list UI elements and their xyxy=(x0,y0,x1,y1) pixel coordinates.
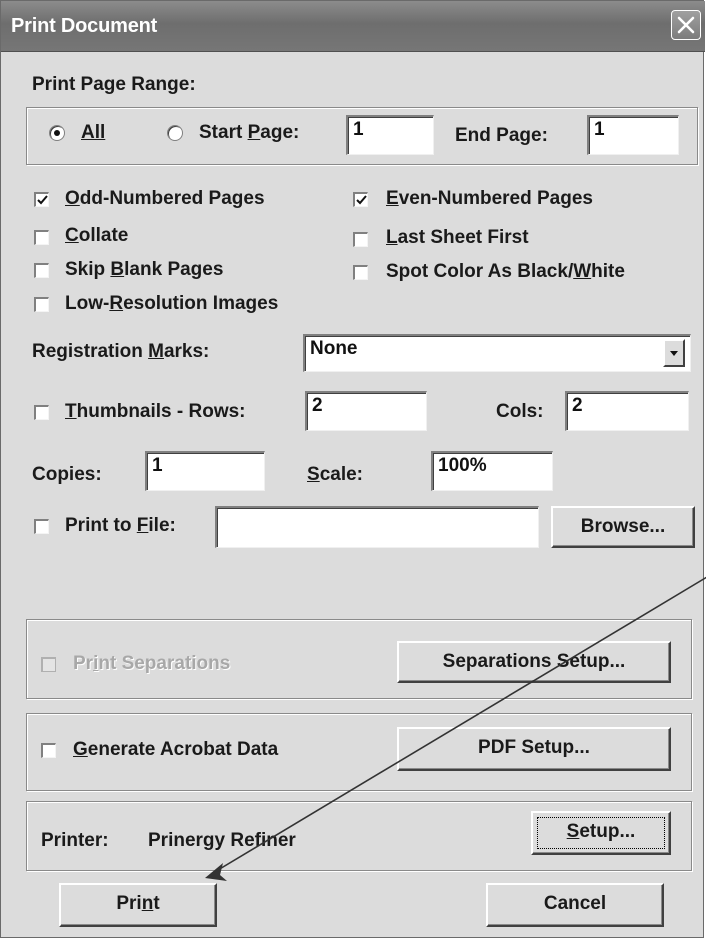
skip-blank-label[interactable]: Skip Blank Pages xyxy=(65,259,223,281)
window-title: Print Document xyxy=(11,15,158,37)
registration-dropdown-button[interactable] xyxy=(663,339,685,367)
registration-marks-value: None xyxy=(310,338,358,359)
thumbnail-rows-input[interactable]: 2 xyxy=(305,391,427,431)
registration-marks-select[interactable]: None xyxy=(303,334,691,372)
spot-color-label[interactable]: Spot Color As Black/White xyxy=(386,261,625,283)
odd-pages-checkbox[interactable] xyxy=(34,192,49,207)
close-button[interactable] xyxy=(671,10,701,40)
scale-label: Scale: xyxy=(307,464,363,485)
last-sheet-first-label[interactable]: Last Sheet First xyxy=(386,227,529,249)
skip-blank-checkbox[interactable] xyxy=(34,263,49,278)
browse-button[interactable]: Browse... xyxy=(551,506,695,548)
low-res-checkbox[interactable] xyxy=(34,297,49,312)
printer-name: Prinergy Refiner xyxy=(148,830,296,851)
end-page-input[interactable]: 1 xyxy=(587,115,679,155)
radio-selected-dot xyxy=(54,130,60,136)
all-pages-label[interactable]: All xyxy=(81,122,105,144)
registration-marks-label: Registration Marks: xyxy=(32,341,210,362)
end-page-label: End Page: xyxy=(455,125,548,146)
print-separations-checkbox[interactable] xyxy=(41,657,56,672)
print-button[interactable]: Print xyxy=(59,883,217,927)
chevron-down-icon xyxy=(670,351,678,356)
all-pages-radio[interactable] xyxy=(49,125,65,141)
page-range-label: Print Page Range: xyxy=(32,74,196,95)
thumbnails-checkbox[interactable] xyxy=(34,405,49,420)
print-to-file-label[interactable]: Print to File: xyxy=(65,515,176,537)
scale-input[interactable]: 100% xyxy=(431,451,553,491)
close-icon xyxy=(677,16,695,34)
checkmark-icon xyxy=(356,195,367,205)
spot-color-checkbox[interactable] xyxy=(353,265,368,280)
odd-pages-label[interactable]: Odd-Numbered Pages xyxy=(65,188,265,210)
collate-checkbox[interactable] xyxy=(34,230,49,245)
pdf-setup-button[interactable]: PDF Setup... xyxy=(397,727,671,771)
even-pages-label[interactable]: Even-Numbered Pages xyxy=(386,188,593,210)
print-to-file-path-input[interactable] xyxy=(215,506,539,548)
generate-acrobat-label[interactable]: Generate Acrobat Data xyxy=(73,739,278,761)
separations-setup-button[interactable]: Separations Setup... xyxy=(397,641,671,683)
print-to-file-checkbox[interactable] xyxy=(34,519,49,534)
even-pages-checkbox[interactable] xyxy=(353,192,368,207)
printer-label: Printer: xyxy=(41,830,109,851)
checkmark-icon xyxy=(37,195,48,205)
generate-acrobat-checkbox[interactable] xyxy=(41,743,56,758)
cancel-button[interactable]: Cancel xyxy=(486,883,664,927)
printer-setup-button[interactable]: Setup... xyxy=(531,811,671,855)
thumbnail-cols-label: Cols: xyxy=(496,401,544,422)
start-page-input[interactable]: 1 xyxy=(346,115,434,155)
copies-label: Copies: xyxy=(32,464,102,485)
start-page-radio[interactable] xyxy=(167,125,183,141)
thumbnails-rows-label[interactable]: Thumbnails - Rows: xyxy=(65,401,246,423)
thumbnail-cols-input[interactable]: 2 xyxy=(565,391,689,431)
copies-input[interactable]: 1 xyxy=(145,451,265,491)
title-bar: Print Document xyxy=(1,1,705,52)
last-sheet-first-checkbox[interactable] xyxy=(353,232,368,247)
start-page-label[interactable]: Start Page: xyxy=(199,122,299,144)
collate-label[interactable]: Collate xyxy=(65,225,128,247)
print-separations-label: Print Separations xyxy=(73,653,231,674)
low-res-label[interactable]: Low-Resolution Images xyxy=(65,293,278,315)
print-document-dialog: Print Document Print Page Range: All Sta… xyxy=(0,0,706,938)
